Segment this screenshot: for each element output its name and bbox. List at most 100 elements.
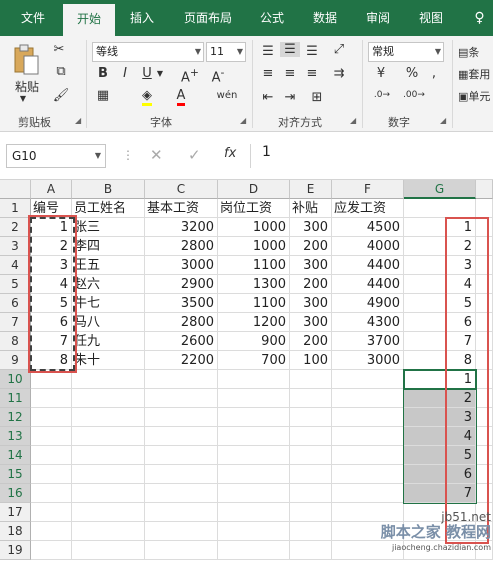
row-header-14[interactable]: 14	[0, 446, 31, 465]
fill-color-icon[interactable]: ◈	[138, 88, 156, 106]
grid-cell[interactable]	[31, 427, 72, 446]
grid-cell[interactable]	[31, 370, 72, 389]
text-orientation-icon[interactable]: ⤢	[328, 42, 350, 57]
dialog-launcher-icon[interactable]: ◢	[440, 116, 446, 125]
wrap-text-icon[interactable]: ⇉	[328, 66, 350, 81]
grid-cell[interactable]	[218, 408, 290, 427]
paste-button[interactable]	[12, 44, 40, 78]
grid-cell[interactable]	[31, 522, 72, 541]
italic-button[interactable]: I	[118, 66, 132, 81]
row-header-5[interactable]: 5	[0, 275, 31, 294]
grid-cell[interactable]	[332, 446, 404, 465]
data-cell[interactable]: 2800	[145, 313, 218, 332]
data-cell[interactable]: 4300	[332, 313, 404, 332]
align-right-icon[interactable]: ≡	[302, 66, 322, 81]
cancel-icon[interactable]: ✕	[150, 146, 163, 164]
data-cell[interactable]: 张三	[72, 218, 145, 237]
grid-cell[interactable]	[145, 503, 218, 522]
grid-cell[interactable]	[72, 465, 145, 484]
grid-cell[interactable]	[31, 446, 72, 465]
grid-cell[interactable]	[72, 484, 145, 503]
dialog-launcher-icon[interactable]: ◢	[240, 116, 246, 125]
increase-decimal-icon[interactable]: .0→	[370, 90, 394, 100]
format-painter-icon[interactable]: 🖌	[50, 88, 72, 103]
tab-file[interactable]: 文件	[8, 0, 58, 36]
header-cell[interactable]: 岗位工资	[218, 199, 290, 218]
cut-icon[interactable]: ✂	[50, 42, 68, 57]
data-cell[interactable]: 3500	[145, 294, 218, 313]
header-cell[interactable]: 补贴	[290, 199, 332, 218]
dialog-launcher-icon[interactable]: ◢	[75, 116, 81, 125]
row-header-10[interactable]: 10	[0, 370, 31, 389]
data-cell[interactable]: 700	[218, 351, 290, 370]
data-cell[interactable]: 300	[290, 294, 332, 313]
grid-cell[interactable]	[290, 446, 332, 465]
dialog-launcher-icon[interactable]: ◢	[350, 116, 356, 125]
row-header-12[interactable]: 12	[0, 408, 31, 427]
grid-cell[interactable]	[290, 408, 332, 427]
grid-cell[interactable]	[218, 522, 290, 541]
data-cell[interactable]: 200	[290, 332, 332, 351]
phonetic-guide-icon[interactable]: wén	[212, 90, 242, 101]
data-cell[interactable]: 牛七	[72, 294, 145, 313]
align-center-icon[interactable]: ≡	[280, 66, 300, 81]
grid-cell[interactable]	[290, 465, 332, 484]
grid-cell[interactable]	[290, 484, 332, 503]
data-cell[interactable]: 2800	[145, 237, 218, 256]
data-cell[interactable]: 4900	[332, 294, 404, 313]
row-header-3[interactable]: 3	[0, 237, 31, 256]
column-header-e[interactable]: E	[290, 180, 332, 199]
paste-label[interactable]: 粘贴	[12, 78, 42, 95]
lightbulb-icon[interactable]: ♀	[466, 0, 493, 36]
data-cell[interactable]: 李四	[72, 237, 145, 256]
currency-icon[interactable]: ¥	[370, 66, 392, 81]
align-middle-icon[interactable]: ☰	[280, 42, 300, 57]
data-cell[interactable]: 300	[290, 218, 332, 237]
worksheet-grid[interactable]: A B C D E F G 1 编号 员工姓名 基本工资 岗位工资 补贴 应发工资 2 1 张三 3200 1000…	[0, 180, 493, 562]
data-cell[interactable]: 朱十	[72, 351, 145, 370]
grid-cell[interactable]	[332, 408, 404, 427]
data-cell[interactable]: 1300	[218, 275, 290, 294]
grid-cell[interactable]	[72, 446, 145, 465]
border-icon[interactable]: ▦	[94, 88, 112, 103]
grid-cell[interactable]	[218, 541, 290, 560]
data-cell[interactable]: 900	[218, 332, 290, 351]
increase-indent-icon[interactable]: ⇥	[280, 90, 300, 105]
grid-cell[interactable]	[31, 465, 72, 484]
grid-cell[interactable]	[31, 503, 72, 522]
insert-function-icon[interactable]: fx	[224, 146, 236, 161]
data-cell[interactable]: 赵六	[72, 275, 145, 294]
grid-cell[interactable]	[290, 427, 332, 446]
grid-cell[interactable]	[218, 484, 290, 503]
row-header-4[interactable]: 4	[0, 256, 31, 275]
grid-cell[interactable]	[145, 541, 218, 560]
data-cell[interactable]: 1100	[218, 256, 290, 275]
column-header-d[interactable]: D	[218, 180, 290, 199]
font-size-select[interactable]: 11 ▼	[206, 42, 246, 62]
data-cell[interactable]: 2900	[145, 275, 218, 294]
data-cell[interactable]: 3700	[332, 332, 404, 351]
tab-review[interactable]: 审阅	[356, 0, 400, 36]
chevron-down-icon[interactable]: ▼	[18, 94, 28, 103]
grid-cell[interactable]	[72, 503, 145, 522]
column-header-a[interactable]: A	[31, 180, 72, 199]
data-cell[interactable]: 1000	[218, 237, 290, 256]
data-cell[interactable]: 任九	[72, 332, 145, 351]
grid-cell[interactable]	[72, 408, 145, 427]
tab-view[interactable]: 视图	[409, 0, 453, 36]
data-cell[interactable]: 4400	[332, 275, 404, 294]
copy-icon[interactable]: ⧉	[50, 64, 72, 79]
row-header-13[interactable]: 13	[0, 427, 31, 446]
grid-cell[interactable]	[72, 389, 145, 408]
chevron-down-icon[interactable]: ▼	[156, 69, 164, 78]
data-cell[interactable]: 200	[290, 275, 332, 294]
data-cell[interactable]: 1200	[218, 313, 290, 332]
data-cell[interactable]: 200	[290, 237, 332, 256]
grid-cell[interactable]	[332, 427, 404, 446]
decrease-decimal-icon[interactable]: .00→	[402, 90, 426, 100]
header-cell[interactable]: 编号	[31, 199, 72, 218]
column-header-g[interactable]: G	[404, 180, 476, 199]
grid-cell[interactable]	[332, 484, 404, 503]
row-header-7[interactable]: 7	[0, 313, 31, 332]
data-cell[interactable]: 马八	[72, 313, 145, 332]
